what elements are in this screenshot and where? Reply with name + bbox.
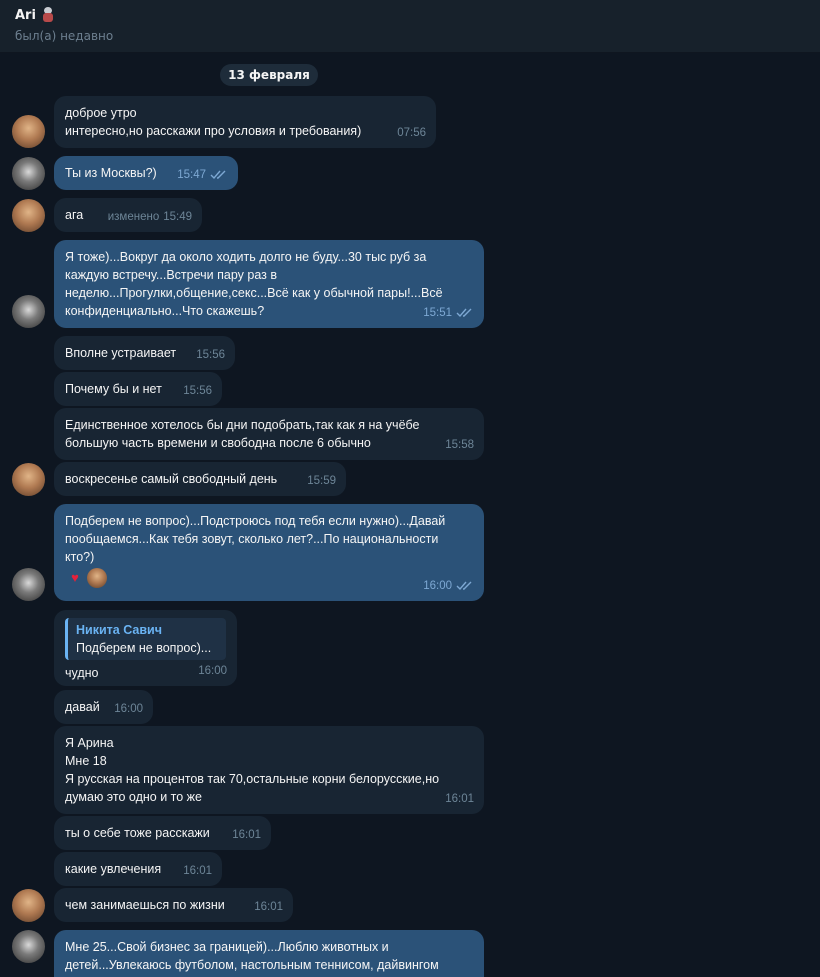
message-bubble-incoming[interactable]: давай 16:00 [54,690,153,724]
message-bubble-incoming[interactable]: Единственное хотелось бы дни подобрать,т… [54,408,484,460]
message-bubble-incoming[interactable]: Вполне устраивает 15:56 [54,336,235,370]
reply-quote[interactable]: Никита Савич Подберем не вопрос)... [65,618,226,660]
message-time: 15:58 [445,439,474,451]
message-time: 16:00 [423,580,452,592]
message-bubble-incoming[interactable]: какие увлечения 16:01 [54,852,222,886]
message-time: 15:56 [183,385,212,397]
message-text: Я Арина Мне 18 Я русская на процентов та… [65,736,440,804]
message-bubble-incoming[interactable]: воскресенье самый свободный день 15:59 [54,462,346,496]
avatar-self[interactable] [12,930,45,963]
message-text: Мне 25...Свой бизнес за границей)...Любл… [65,940,439,972]
message-bubble-incoming[interactable]: ага изменено 15:49 [54,198,202,232]
chat-title-text: Ari [15,7,36,23]
message-time: 15:59 [307,475,336,487]
avatar-ari[interactable] [12,115,45,148]
astronaut-emoji-icon [40,7,56,23]
double-check-icon [210,170,226,180]
message-time: 15:56 [196,349,225,361]
message-time: 15:49 [163,211,192,223]
message-time: 16:01 [232,829,261,841]
message-time: 16:00 [198,665,227,677]
message-bubble-outgoing[interactable]: Подберем не вопрос)...Подстроюсь под теб… [54,504,484,601]
message-text: Единственное хотелось бы дни подобрать,т… [65,418,420,450]
message-time: 15:51 [423,307,452,319]
message-bubble-outgoing[interactable]: Я тоже)...Вокруг да около ходить долго н… [54,240,484,328]
reply-text: Подберем не вопрос)... [76,641,212,655]
double-check-icon [456,308,472,318]
reactor-avatar [87,568,107,588]
avatar-ari[interactable] [12,889,45,922]
message-text: доброе утро интересно,но расскажи про ус… [65,106,362,138]
double-check-icon [456,581,472,591]
reactions-row[interactable]: ♥ [65,568,473,588]
chat-status: был(а) недавно [15,29,114,43]
message-time: 16:01 [445,793,474,805]
message-text: чем занимаешься по жизни [65,898,225,912]
message-bubble-outgoing[interactable]: Ты из Москвы?) 15:47 [54,156,238,190]
edited-label: изменено [107,211,160,223]
message-time: 16:00 [114,703,143,715]
message-bubble-incoming[interactable]: Я Арина Мне 18 Я русская на процентов та… [54,726,484,814]
message-time: 16:01 [183,865,212,877]
message-text: Я тоже)...Вокруг да около ходить долго н… [65,250,443,318]
avatar-ari[interactable] [12,463,45,496]
heart-reaction-icon[interactable]: ♥ [65,568,85,588]
message-bubble-incoming[interactable]: доброе утро интересно,но расскажи про ус… [54,96,436,148]
message-time: 07:56 [397,127,426,139]
reply-author: Никита Савич [76,623,162,637]
message-bubble-incoming[interactable]: Почему бы и нет 15:56 [54,372,222,406]
message-bubble-outgoing[interactable]: Мне 25...Свой бизнес за границей)...Любл… [54,930,484,977]
message-bubble-incoming[interactable]: ты о себе тоже расскажи 16:01 [54,816,271,850]
message-time: 16:01 [254,901,283,913]
message-text: воскресенье самый свободный день [65,472,278,486]
avatar-self[interactable] [12,295,45,328]
message-bubble-incoming[interactable]: чем занимаешься по жизни 16:01 [54,888,293,922]
message-text: ты о себе тоже расскажи [65,826,210,840]
message-time: 15:47 [177,169,206,181]
date-separator: 13 февраля [220,64,318,86]
avatar-self[interactable] [12,157,45,190]
message-bubble-incoming[interactable]: Никита Савич Подберем не вопрос)... чудн… [54,610,237,686]
chat-title[interactable]: Ari [15,7,56,23]
chat-header: Ari был(а) недавно [0,0,820,53]
avatar-self[interactable] [12,568,45,601]
message-text: Подберем не вопрос)...Подстроюсь под теб… [65,514,446,564]
avatar-ari[interactable] [12,199,45,232]
